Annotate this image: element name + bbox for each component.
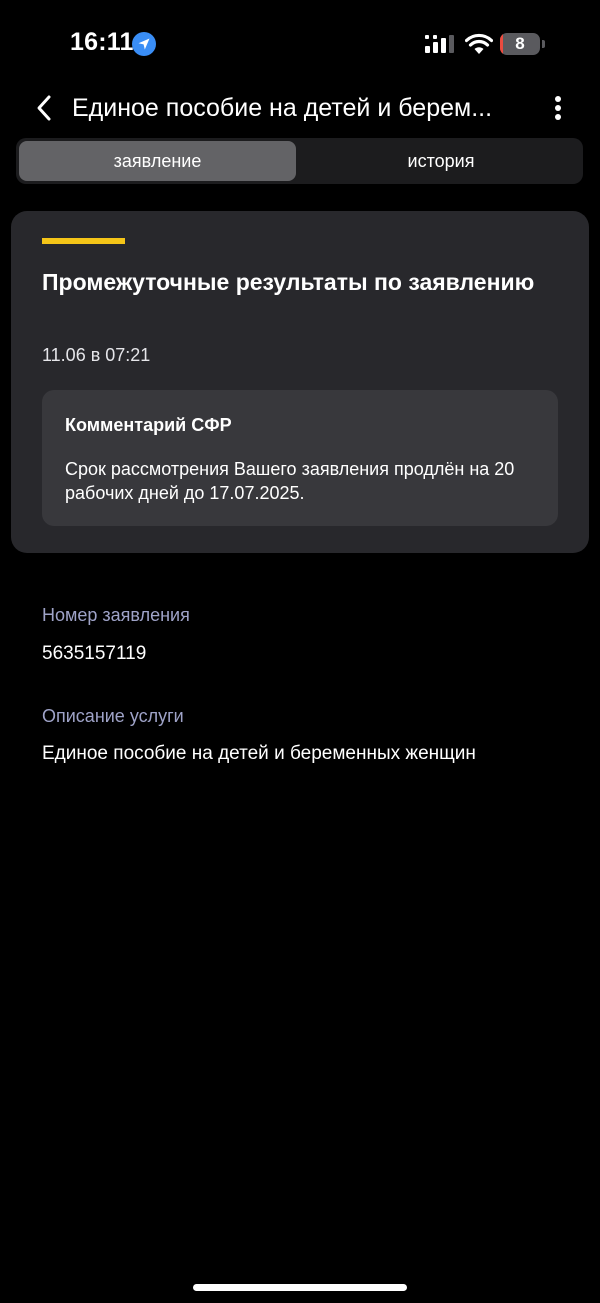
comment-box: Комментарий СФР Срок рассмотрения Вашего… <box>42 390 558 526</box>
status-accent-bar <box>42 238 125 244</box>
application-number-value: 5635157119 <box>42 643 147 664</box>
more-options-button[interactable] <box>544 90 572 126</box>
status-date: 11.06 в 07:21 <box>42 345 151 365</box>
battery-body: 8 <box>500 33 540 55</box>
battery-cap <box>542 40 545 48</box>
tab-history[interactable]: история <box>316 141 566 181</box>
status-bar: 16:11 8 <box>0 0 600 88</box>
home-indicator <box>193 1284 407 1291</box>
comment-text: Срок рассмотрения Вашего заявления продл… <box>65 459 515 503</box>
status-title: Промежуточные результаты по заявлению <box>42 269 535 295</box>
cellular-signal-icon <box>425 35 454 53</box>
battery-level: 8 <box>515 34 525 53</box>
battery-indicator: 8 <box>500 33 546 55</box>
tab-application[interactable]: заявление <box>19 141 296 181</box>
status-time: 16:11 <box>70 28 134 56</box>
vertical-dots-icon <box>555 96 561 120</box>
wifi-icon <box>465 33 493 54</box>
comment-title: Комментарий СФР <box>65 415 232 435</box>
status-card: Промежуточные результаты по заявлению 11… <box>11 211 589 553</box>
location-arrow-icon <box>132 32 156 56</box>
service-description-label: Описание услуги <box>42 706 184 726</box>
tab-bar: заявление история <box>16 138 583 184</box>
chevron-left-icon <box>37 95 51 121</box>
page-title: Единое пособие на детей и берем... <box>72 94 493 122</box>
back-button[interactable] <box>26 88 62 128</box>
service-description-value: Единое пособие на детей и беременных жен… <box>42 743 476 764</box>
application-number-label: Номер заявления <box>42 605 190 625</box>
